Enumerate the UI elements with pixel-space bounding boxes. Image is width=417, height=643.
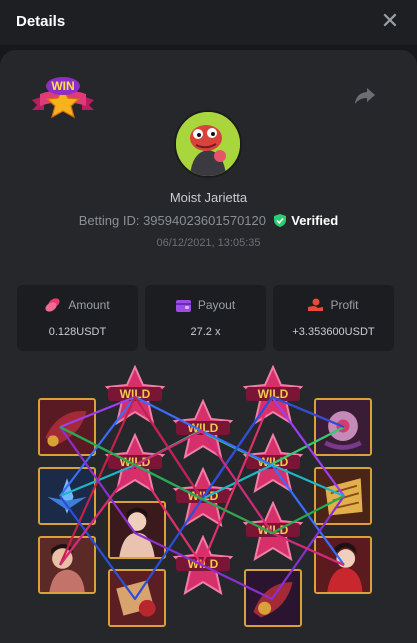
profit-value: +3.353600USDT — [292, 326, 375, 338]
win-line — [59, 395, 345, 567]
payout-label: Payout — [197, 298, 236, 312]
close-icon[interactable]: ✕ — [379, 10, 401, 32]
win-line — [59, 426, 345, 535]
win-badge-icon: WIN — [32, 77, 94, 119]
share-icon[interactable] — [354, 86, 376, 106]
win-line — [59, 395, 345, 566]
win-lines — [58, 395, 345, 601]
wallet-icon — [175, 300, 191, 312]
win-line — [59, 426, 345, 601]
payout-stat: Payout 27.2 x — [145, 285, 266, 351]
betting-id-label: Betting ID: — [78, 213, 144, 228]
page-title: Details — [16, 13, 66, 30]
avatar-image — [176, 112, 240, 176]
hand-coin-icon — [308, 298, 324, 311]
amount-value: 0.128USDT — [48, 326, 107, 338]
amount-stat: Amount 0.128USDT — [17, 285, 138, 351]
shield-check-icon — [273, 214, 286, 227]
profit-stat: Profit +3.353600USDT — [273, 285, 394, 351]
header: Details ✕ — [0, 0, 417, 45]
win-line — [58, 395, 345, 567]
amount-label: Amount — [68, 298, 110, 312]
username: Moist Jarietta — [169, 190, 248, 205]
verified-label: Verified — [291, 213, 339, 228]
bet-datetime: 06/12/2021, 13:05:35 — [156, 237, 261, 249]
betting-id-value: 39594023601570120 — [143, 213, 266, 228]
profit-label: Profit — [330, 298, 359, 312]
coins-icon — [45, 298, 60, 312]
win-badge-text: WIN — [51, 79, 74, 93]
avatar — [174, 110, 242, 178]
payout-value: 27.2 x — [190, 326, 221, 338]
betting-id-row: Betting ID: 39594023601570120 Verified — [0, 213, 417, 228]
slot-board: WILD WILD WILD WILD WILD WILD WILD WILD — [30, 365, 385, 635]
